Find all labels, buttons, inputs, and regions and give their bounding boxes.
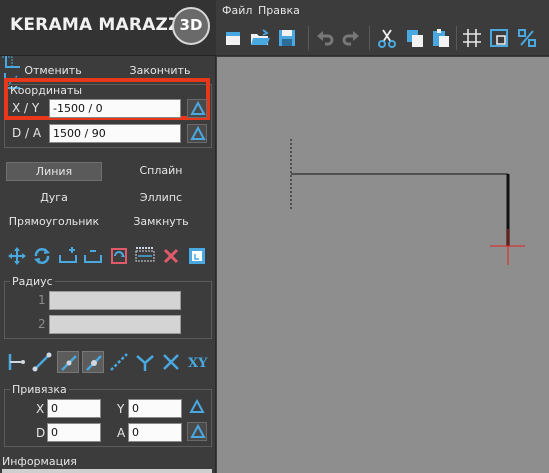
add-point-icon[interactable] xyxy=(57,245,79,267)
snap-parallel-icon[interactable] xyxy=(82,351,104,373)
toolbar-separator xyxy=(308,26,309,50)
snap-intersection-icon[interactable] xyxy=(160,351,182,373)
snap-d-input[interactable]: 0 xyxy=(47,423,101,442)
undo-icon[interactable] xyxy=(314,27,336,49)
delta-icon xyxy=(189,399,205,413)
paste-icon[interactable] xyxy=(430,27,452,49)
new-file-icon[interactable] xyxy=(222,27,244,49)
toolbar xyxy=(216,20,549,56)
logo-badge: 3D xyxy=(172,7,210,45)
export-icon[interactable] xyxy=(186,245,208,267)
dimension-icon[interactable] xyxy=(134,245,156,267)
snap-y-input[interactable]: 0 xyxy=(128,399,182,418)
drawing-canvas[interactable] xyxy=(217,57,549,473)
snap-a-label: A xyxy=(117,426,126,440)
snap-da-delta-button[interactable] xyxy=(187,422,207,441)
menu-edit[interactable]: Правка xyxy=(258,4,300,17)
redo-icon[interactable] xyxy=(340,27,362,49)
cursor-crosshair xyxy=(490,229,525,265)
svg-text:XY: XY xyxy=(188,356,208,371)
info-title: Информация xyxy=(2,455,77,468)
info-panel-edge xyxy=(2,469,212,473)
snap-y-label: Y xyxy=(117,402,125,416)
radius-2-input[interactable] xyxy=(49,315,181,334)
snap-xy-delta-button[interactable] xyxy=(187,398,207,417)
percent-icon[interactable] xyxy=(516,27,538,49)
snap-title: Привязка xyxy=(10,383,69,396)
logo-text: KERAMA MARAZZI xyxy=(10,15,188,35)
snap-endpoint-icon[interactable] xyxy=(6,351,28,373)
mode-close-button[interactable]: Замкнуть xyxy=(116,215,206,228)
fit-view-icon[interactable] xyxy=(488,27,510,49)
xy-input[interactable]: -1500 / 0 xyxy=(49,99,181,118)
radius-2-label: 2 xyxy=(38,317,46,331)
snap-bisector-icon[interactable] xyxy=(134,351,156,373)
rotate-icon[interactable] xyxy=(31,245,53,267)
mode-line-button[interactable]: Линия xyxy=(6,162,102,181)
grid-icon[interactable] xyxy=(461,27,483,49)
app-logo: KERAMA MARAZZI 3D xyxy=(0,0,216,56)
left-panel: KERAMA MARAZZI 3D Отменить Закончить Коо… xyxy=(0,0,216,473)
move-icon[interactable] xyxy=(6,245,28,267)
xy-delta-button[interactable] xyxy=(187,99,207,118)
save-icon[interactable] xyxy=(276,27,298,49)
snap-x-label: X xyxy=(36,402,45,416)
delta-icon xyxy=(190,101,206,115)
reflect-icon[interactable] xyxy=(108,245,130,267)
radius-title: Радиус xyxy=(10,275,55,288)
radius-1-input[interactable] xyxy=(49,291,181,310)
mode-spline-button[interactable]: Сплайн xyxy=(116,164,206,177)
open-folder-icon[interactable] xyxy=(249,27,271,49)
toolbar-separator xyxy=(369,26,370,50)
delta-icon xyxy=(190,126,206,140)
cut-icon[interactable] xyxy=(376,27,398,49)
xy-label: X / Y xyxy=(12,101,40,115)
toolbar-separator xyxy=(456,26,457,50)
menu-bar: Файл Правка xyxy=(216,0,549,20)
radius-1-label: 1 xyxy=(38,293,46,307)
finish-button[interactable]: Закончить xyxy=(116,64,204,77)
snap-line-icon[interactable] xyxy=(31,351,53,373)
snap-x-input[interactable]: 0 xyxy=(47,399,101,418)
snap-xy-icon[interactable]: XY xyxy=(186,351,212,373)
da-label: D / A xyxy=(12,126,42,140)
snap-perpendicular-icon[interactable] xyxy=(57,351,79,373)
delta-icon xyxy=(190,424,206,438)
da-delta-button[interactable] xyxy=(187,124,207,143)
copy-icon[interactable] xyxy=(404,27,426,49)
remove-point-icon[interactable] xyxy=(82,245,104,267)
delete-icon[interactable] xyxy=(160,245,182,267)
mode-ellipse-button[interactable]: Эллипс xyxy=(116,191,206,204)
mode-rectangle-button[interactable]: Прямоугольник xyxy=(4,215,104,228)
mode-arc-button[interactable]: Дуга xyxy=(6,191,102,204)
snap-a-input[interactable]: 0 xyxy=(128,423,182,442)
snap-dashed-icon[interactable] xyxy=(108,351,130,373)
menu-file[interactable]: Файл xyxy=(222,4,252,17)
da-input[interactable]: 1500 / 90 xyxy=(49,124,181,143)
snap-d-label: D xyxy=(36,426,46,440)
cancel-button[interactable]: Отменить xyxy=(10,64,96,77)
